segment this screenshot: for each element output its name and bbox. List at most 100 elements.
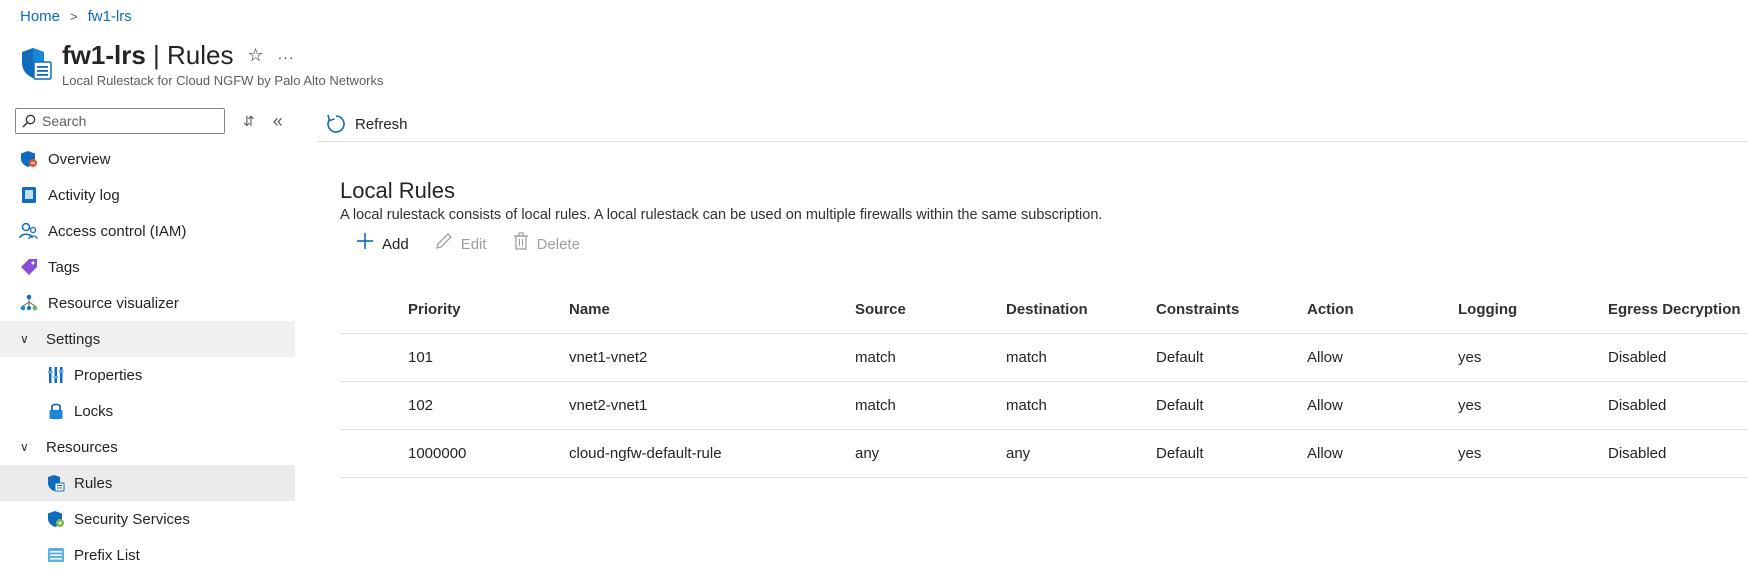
column-header-source[interactable]: Source	[855, 301, 1006, 318]
column-header-logging[interactable]: Logging	[1458, 301, 1608, 318]
add-label: Add	[382, 235, 409, 253]
rules-table: Priority Name Source Destination Constra…	[340, 286, 1748, 478]
table-row[interactable]: 1000000 cloud-ngfw-default-rule any any …	[340, 430, 1748, 478]
sidebar-item-resource-visualizer[interactable]: Resource visualizer	[0, 285, 295, 321]
sidebar-group-label: Settings	[46, 330, 101, 348]
sidebar-item-label: Tags	[48, 258, 80, 276]
sidebar-search-row: ⇵ «	[0, 106, 295, 136]
plus-icon	[356, 232, 374, 256]
sidebar-item-locks[interactable]: Locks	[0, 393, 295, 429]
cell-constraints: Default	[1156, 397, 1204, 414]
cell-action: Allow	[1307, 397, 1343, 414]
sidebar-item-overview[interactable]: Overview	[0, 141, 295, 177]
page-title: fw1-lrs | Rules	[62, 40, 234, 71]
refresh-icon	[327, 114, 345, 133]
lock-icon	[46, 401, 66, 421]
cell-action: Allow	[1307, 349, 1343, 366]
rules-icon	[46, 473, 66, 493]
sidebar-item-label: Properties	[74, 366, 143, 384]
cell-name[interactable]: vnet1-vnet2	[569, 349, 855, 366]
breadcrumb-separator: >	[70, 9, 78, 24]
breadcrumb-home-link[interactable]: Home	[20, 8, 60, 25]
column-header-constraints[interactable]: Constraints	[1156, 301, 1307, 318]
activity-log-icon	[19, 185, 39, 205]
sidebar-item-label: Resource visualizer	[48, 294, 179, 312]
collapse-sidebar-icon[interactable]: «	[273, 111, 283, 132]
more-options-icon[interactable]: ···	[278, 49, 295, 65]
sidebar-item-prefix-list[interactable]: Prefix List	[0, 537, 295, 569]
sidebar-group-settings[interactable]: ∨ Settings	[0, 321, 295, 357]
trash-icon	[513, 232, 529, 256]
sidebar-search-box[interactable]	[15, 108, 225, 134]
refresh-button[interactable]: Refresh	[325, 106, 408, 142]
cell-egress-decryption: Disabled	[1608, 445, 1667, 462]
cell-constraints: Default	[1156, 349, 1204, 366]
cell-logging: yes	[1458, 445, 1482, 462]
section-description: A local rulestack consists of local rule…	[340, 207, 1103, 223]
sidebar-item-label: Access control (IAM)	[48, 222, 187, 240]
page-header: fw1-lrs | Rules ☆ ··· Local Rulestack fo…	[20, 40, 384, 88]
page-subtitle: Local Rulestack for Cloud NGFW by Palo A…	[62, 73, 384, 88]
sidebar-nav: Overview Activity log Access control (IA…	[0, 141, 295, 569]
cell-name[interactable]: cloud-ngfw-default-rule	[569, 445, 855, 462]
security-services-icon	[46, 509, 66, 529]
sidebar-item-security-services[interactable]: Security Services	[0, 501, 295, 537]
search-icon	[22, 114, 36, 128]
sidebar-group-resources[interactable]: ∨ Resources	[0, 429, 295, 465]
star-icon[interactable]: ☆	[248, 45, 264, 66]
cell-action: Allow	[1307, 445, 1343, 462]
sidebar-search-input[interactable]	[42, 113, 212, 129]
refresh-label: Refresh	[355, 115, 408, 133]
iam-icon	[19, 221, 39, 241]
sidebar-item-properties[interactable]: Properties	[0, 357, 295, 393]
page-title-separator: |	[145, 40, 168, 70]
chevron-down-icon: ∨	[20, 440, 29, 454]
column-header-egress-decryption[interactable]: Egress Decryption	[1608, 301, 1748, 318]
cell-egress-decryption: Disabled	[1608, 349, 1667, 366]
cell-priority: 101	[408, 349, 434, 366]
delete-rule-button[interactable]: Delete	[513, 232, 580, 256]
sidebar-item-activity-log[interactable]: Activity log	[0, 177, 295, 213]
cell-logging: yes	[1458, 397, 1482, 414]
prefix-list-icon	[46, 545, 66, 565]
column-header-priority[interactable]: Priority	[408, 301, 569, 318]
cell-source: match	[855, 397, 896, 414]
chevron-down-icon: ∨	[20, 332, 29, 346]
add-rule-button[interactable]: Add	[356, 232, 409, 256]
cell-destination: match	[1006, 397, 1047, 414]
resource-visualizer-icon	[19, 293, 39, 313]
cell-source: any	[855, 445, 880, 462]
cell-egress-decryption: Disabled	[1608, 397, 1667, 414]
cell-name[interactable]: vnet2-vnet1	[569, 397, 855, 414]
cell-source: match	[855, 349, 896, 366]
column-header-destination[interactable]: Destination	[1006, 301, 1156, 318]
table-header-row: Priority Name Source Destination Constra…	[340, 286, 1748, 334]
pencil-icon	[435, 232, 453, 256]
sidebar-item-label: Activity log	[48, 186, 120, 204]
command-bar-divider	[317, 141, 1748, 142]
tag-icon	[19, 257, 39, 277]
sidebar-item-rules[interactable]: Rules	[0, 465, 295, 501]
sidebar-item-label: Locks	[74, 402, 114, 420]
expand-collapse-icon[interactable]: ⇵	[243, 113, 255, 130]
cell-priority: 102	[408, 397, 434, 414]
sidebar-item-label: Rules	[74, 474, 113, 492]
delete-label: Delete	[536, 235, 580, 253]
table-row[interactable]: 101 vnet1-vnet2 match match Default Allo…	[340, 334, 1748, 382]
edit-rule-button[interactable]: Edit	[435, 232, 487, 256]
column-header-action[interactable]: Action	[1307, 301, 1458, 318]
table-row[interactable]: 102 vnet2-vnet1 match match Default Allo…	[340, 382, 1748, 430]
sidebar-item-label: Security Services	[74, 510, 190, 528]
sidebar-item-label: Overview	[48, 150, 111, 168]
breadcrumb-current-link[interactable]: fw1-lrs	[88, 8, 132, 25]
cell-destination: match	[1006, 349, 1047, 366]
sidebar: ⇵ « Overview Activity log Access control…	[0, 106, 295, 569]
cell-constraints: Default	[1156, 445, 1204, 462]
page-title-page: Rules	[167, 40, 234, 70]
sidebar-item-tags[interactable]: Tags	[0, 249, 295, 285]
column-header-name[interactable]: Name	[569, 301, 855, 318]
sidebar-item-label: Prefix List	[74, 546, 140, 564]
sidebar-group-label: Resources	[46, 438, 118, 456]
sidebar-item-iam[interactable]: Access control (IAM)	[0, 213, 295, 249]
cell-logging: yes	[1458, 349, 1482, 366]
